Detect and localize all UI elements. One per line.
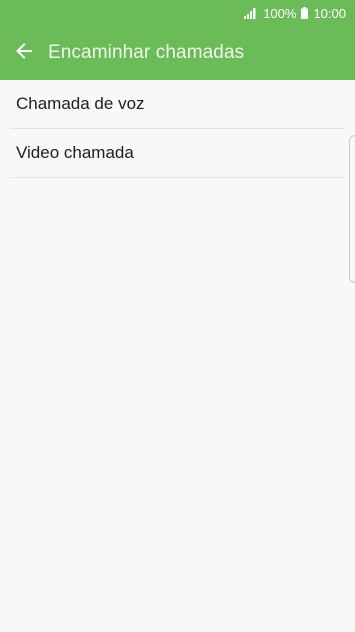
list-item-video-call[interactable]: Video chamada	[10, 129, 345, 178]
list-item-label: Chamada de voz	[16, 94, 145, 113]
status-bar: 100% 10:00	[0, 0, 355, 26]
arrow-back-icon	[14, 41, 34, 66]
page-title: Encaminhar chamadas	[48, 42, 245, 63]
battery-icon	[301, 7, 309, 19]
list-item-label: Video chamada	[16, 143, 134, 162]
signal-bars-icon	[244, 7, 258, 19]
status-indicators: 100% 10:00	[244, 5, 346, 21]
call-forwarding-list: Chamada de voz Video chamada	[0, 80, 355, 178]
battery-percent: 100%	[263, 5, 297, 21]
list-item-voice-call[interactable]: Chamada de voz	[10, 80, 345, 129]
back-button[interactable]	[12, 41, 36, 65]
app-bar: Encaminhar chamadas	[0, 26, 355, 80]
clock: 10:00	[313, 5, 346, 21]
edge-panel-handle[interactable]	[349, 135, 355, 283]
